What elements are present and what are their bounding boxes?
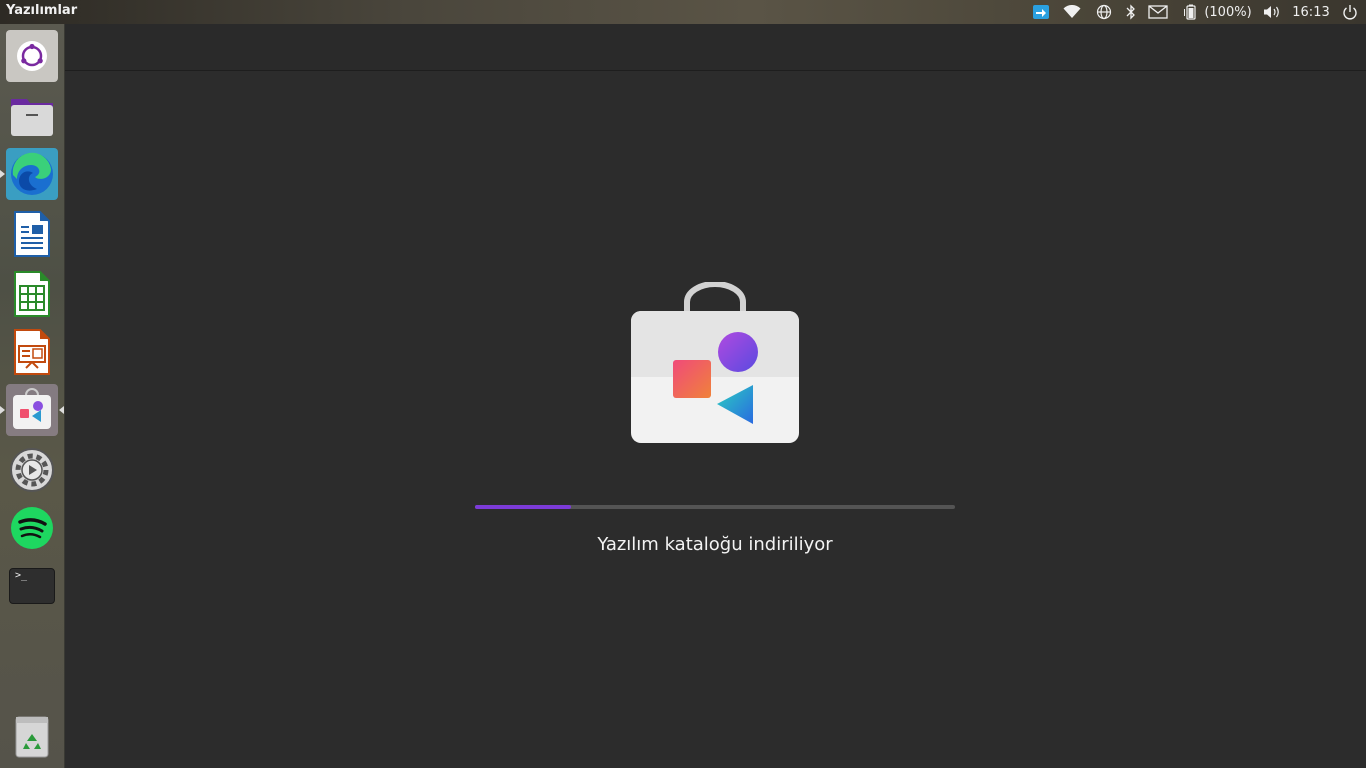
launcher-item-spotify[interactable] xyxy=(6,502,58,554)
launcher-item-impress[interactable] xyxy=(6,326,58,378)
launcher-item-edge[interactable] xyxy=(6,148,58,200)
network-globe-icon[interactable] xyxy=(1094,0,1114,24)
files-icon xyxy=(11,99,53,136)
loading-status-text: Yazılım kataloğu indiriliyor xyxy=(597,534,833,555)
app-menu-title[interactable]: Yazılımlar xyxy=(6,3,77,18)
launcher-item-trash[interactable] xyxy=(6,710,58,762)
remote-desktop-icon[interactable] xyxy=(1031,0,1051,24)
clock[interactable]: 16:13 xyxy=(1290,0,1332,24)
launcher-item-terminal[interactable]: >_ xyxy=(6,560,58,612)
launcher-item-software[interactable] xyxy=(6,384,58,436)
header-bar xyxy=(65,24,1366,71)
focused-indicator xyxy=(59,406,64,414)
software-store-icon xyxy=(13,388,51,429)
progress-bar xyxy=(475,505,955,509)
libreoffice-calc-icon xyxy=(14,271,50,317)
settings-icon xyxy=(10,448,54,492)
terminal-icon: >_ xyxy=(9,568,55,604)
launcher-item-files[interactable] xyxy=(6,90,58,142)
top-panel: Yazılımlar (100%) 16:13 xyxy=(0,0,1366,24)
software-store-logo xyxy=(631,282,799,443)
running-indicator xyxy=(0,406,5,414)
trash-icon xyxy=(15,716,49,758)
progress-fill xyxy=(475,505,571,509)
launcher-item-calc[interactable] xyxy=(6,268,58,320)
bluetooth-icon[interactable] xyxy=(1123,0,1139,24)
edge-browser-icon xyxy=(11,152,53,195)
launcher-dock: >_ xyxy=(0,24,65,768)
launcher-item-settings[interactable] xyxy=(6,444,58,496)
battery-icon[interactable] xyxy=(1182,0,1200,24)
battery-percentage[interactable]: (100%) xyxy=(1203,0,1253,24)
libreoffice-writer-icon xyxy=(14,211,50,257)
ubuntu-logo-icon xyxy=(17,41,47,71)
terminal-prompt: >_ xyxy=(15,570,28,581)
libreoffice-impress-icon xyxy=(14,329,50,375)
wifi-icon[interactable] xyxy=(1061,0,1083,24)
power-icon[interactable] xyxy=(1340,0,1360,24)
launcher-item-writer[interactable] xyxy=(6,208,58,260)
spotify-icon xyxy=(11,507,53,549)
mail-icon[interactable] xyxy=(1146,0,1170,24)
launcher-item-ubuntu[interactable] xyxy=(6,30,58,82)
volume-icon[interactable] xyxy=(1262,0,1282,24)
running-indicator xyxy=(0,170,5,178)
